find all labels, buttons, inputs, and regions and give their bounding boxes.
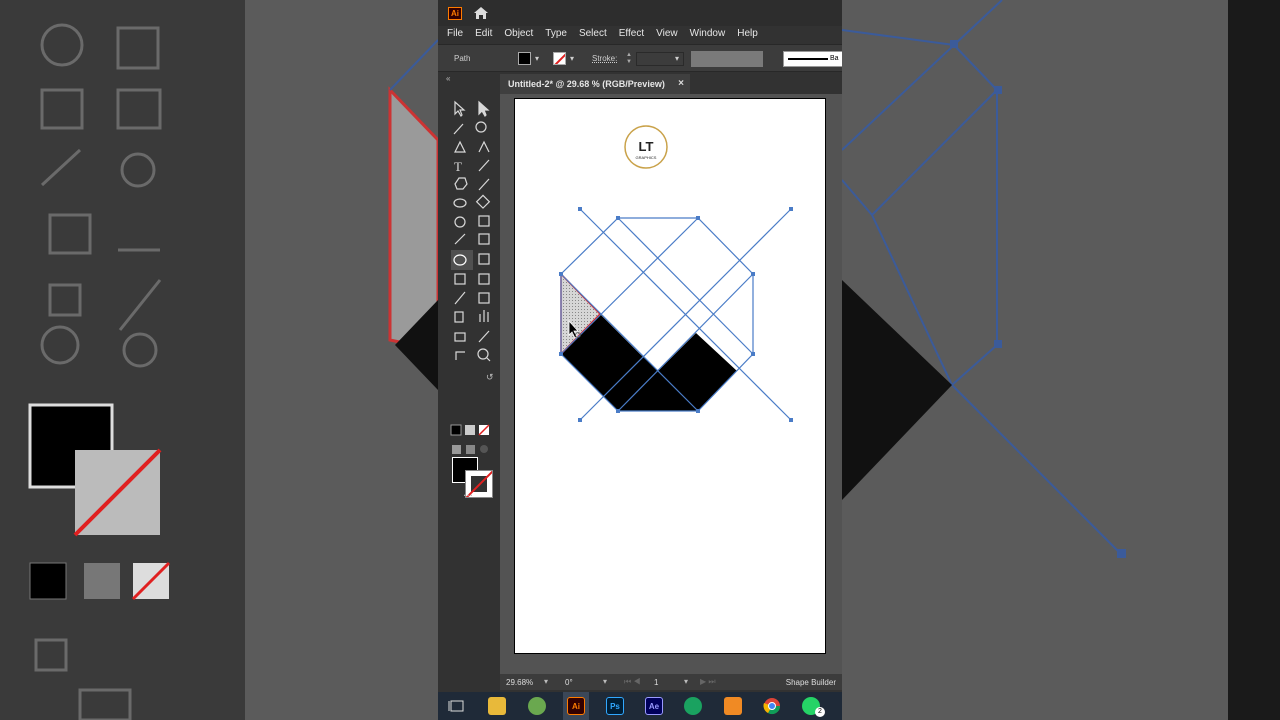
fill-dropdown-icon[interactable]: ▾ xyxy=(535,54,539,63)
document-tab[interactable]: Untitled-2* @ 29.68 % (RGB/Preview) × xyxy=(500,74,690,94)
menu-object[interactable]: Object xyxy=(504,26,533,42)
artboard[interactable]: LT GRAPHICS xyxy=(514,98,826,654)
file-explorer-icon[interactable] xyxy=(488,697,506,715)
artwork[interactable]: LT GRAPHICS xyxy=(515,99,827,655)
first-artboard-icon[interactable]: ⏮ ◀ xyxy=(624,677,641,687)
logo-text: LT xyxy=(639,139,654,154)
background-zoom-left xyxy=(0,0,245,720)
more-tools-icon[interactable]: ... xyxy=(463,485,473,499)
menu-view[interactable]: View xyxy=(656,26,678,42)
windows-taskbar: Ai Ps Ae 2 xyxy=(438,692,842,720)
background-zoom-left-tools xyxy=(28,23,171,720)
chrome-icon[interactable] xyxy=(763,697,781,715)
canvas-area[interactable]: LT GRAPHICS xyxy=(500,94,842,674)
background-zoom-right xyxy=(842,0,1228,720)
fill-color-swatch[interactable] xyxy=(518,52,531,65)
stroke-weight-spinner[interactable]: ▲ ▼ xyxy=(624,52,634,66)
selection-type-label: Path xyxy=(454,54,471,63)
close-tab-icon[interactable]: × xyxy=(678,74,684,94)
task-view-icon[interactable] xyxy=(448,697,466,715)
artboard-number[interactable]: 1 xyxy=(654,678,658,687)
last-artboard-icon[interactable]: ▶ ⏭ xyxy=(700,677,716,687)
angle-dropdown-icon[interactable]: ▾ xyxy=(603,677,607,686)
menu-effect[interactable]: Effect xyxy=(619,26,644,42)
status-bar: 29.68% ▾ 0° ▾ ⏮ ◀ 1 ▾ ▶ ⏭ Shape Builder xyxy=(500,674,842,690)
menu-type[interactable]: Type xyxy=(545,26,567,42)
title-bar: Ai xyxy=(438,0,842,26)
brush-definition-box[interactable]: Ba xyxy=(783,51,842,67)
current-tool-name: Shape Builder xyxy=(785,678,836,687)
document-title: Untitled-2* @ 29.68 % (RGB/Preview) xyxy=(508,79,665,89)
stroke-weight-dropdown-icon[interactable]: ▾ xyxy=(675,54,679,63)
background-edge xyxy=(1228,0,1280,720)
app-orange-icon[interactable] xyxy=(724,697,742,715)
menu-file[interactable]: File xyxy=(447,26,463,42)
logo-subtext: GRAPHICS xyxy=(636,155,657,160)
illustrator-logo-icon: Ai xyxy=(448,7,462,20)
rotation-angle[interactable]: 0° xyxy=(565,678,573,687)
variable-width-box[interactable] xyxy=(691,51,763,67)
swap-colors-icon[interactable]: ↺ xyxy=(486,372,494,383)
stroke-dropdown-icon[interactable]: ▾ xyxy=(570,54,574,63)
after-effects-icon[interactable]: Ae xyxy=(645,697,663,715)
illustrator-taskbar-icon[interactable]: Ai xyxy=(567,697,585,715)
menu-edit[interactable]: Edit xyxy=(475,26,492,42)
paint-icon[interactable] xyxy=(528,697,546,715)
stroke-label[interactable]: Stroke: xyxy=(592,54,617,63)
menu-help[interactable]: Help xyxy=(737,26,758,42)
illustrator-window: Ai File Edit Object Type Select Effect V… xyxy=(438,0,842,720)
brush-label: Ba xyxy=(830,55,839,62)
menu-bar: File Edit Object Type Select Effect View… xyxy=(438,26,842,42)
zoom-dropdown-icon[interactable]: ▾ xyxy=(544,677,548,686)
background-zoom-left-canvas xyxy=(245,0,438,720)
menu-window[interactable]: Window xyxy=(690,26,726,42)
control-bar: Path ▾ ▾ Stroke: ▲ ▼ ▾ Ba xyxy=(438,44,842,72)
tools-panel: T ↺ ... xyxy=(443,82,498,672)
whatsapp-badge: 2 xyxy=(815,707,825,717)
stroke-color-swatch[interactable] xyxy=(553,52,566,65)
zoom-level[interactable]: 29.68% xyxy=(506,678,533,687)
home-icon[interactable] xyxy=(473,6,489,20)
artboard-dropdown-icon[interactable]: ▾ xyxy=(684,677,688,686)
photoshop-icon[interactable]: Ps xyxy=(606,697,624,715)
svg-text:T: T xyxy=(454,159,462,174)
menu-select[interactable]: Select xyxy=(579,26,607,42)
edge-app-icon[interactable] xyxy=(684,697,702,715)
